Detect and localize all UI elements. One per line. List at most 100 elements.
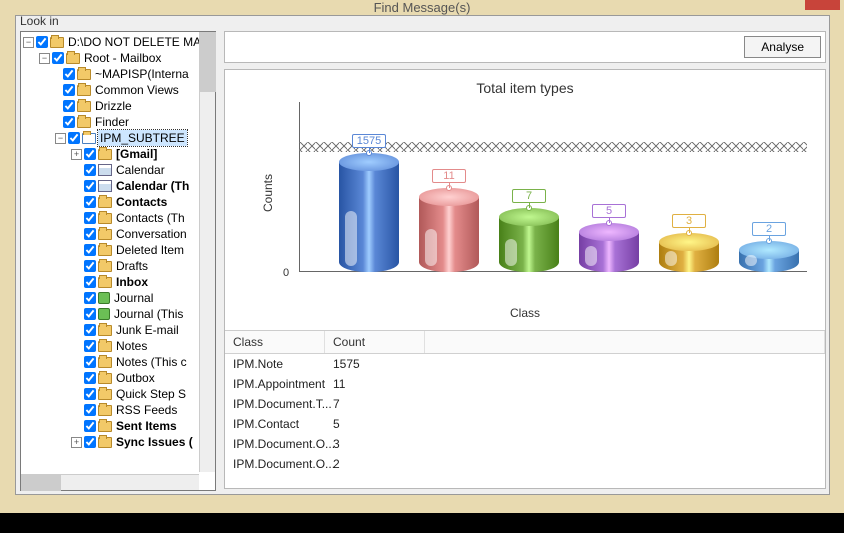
folder-icon — [98, 213, 112, 224]
scrollbar-thumb[interactable] — [200, 32, 216, 92]
tree-item[interactable]: RSS Feeds — [23, 402, 213, 418]
table-row[interactable]: IPM.Document.O...3 — [225, 434, 825, 454]
tree-checkbox[interactable] — [63, 116, 75, 128]
expand-spacer — [71, 245, 82, 256]
expand-icon[interactable]: + — [71, 149, 82, 160]
folder-icon — [77, 117, 91, 128]
tree-checkbox[interactable] — [63, 68, 75, 80]
tree-mailbox-label: Root - Mailbox — [82, 50, 163, 66]
table-row[interactable]: IPM.Contact5 — [225, 414, 825, 434]
tree-item[interactable]: Junk E-mail — [23, 322, 213, 338]
tree-item[interactable]: + [Gmail] — [23, 146, 213, 162]
folder-icon — [98, 197, 112, 208]
tree-checkbox[interactable] — [84, 308, 96, 320]
tree-checkbox[interactable] — [84, 388, 96, 400]
expand-icon[interactable]: + — [71, 437, 82, 448]
tree-item[interactable]: ~MAPISP(Interna — [23, 66, 213, 82]
cell-count: 7 — [325, 394, 425, 414]
tree-checkbox[interactable] — [84, 420, 96, 432]
tree-checkbox[interactable] — [84, 228, 96, 240]
cell-count: 3 — [325, 434, 425, 454]
table-row[interactable]: IPM.Note1575 — [225, 354, 825, 374]
tree-checkbox[interactable] — [63, 84, 75, 96]
tree-item[interactable]: Journal — [23, 290, 213, 306]
tree-checkbox[interactable] — [84, 164, 96, 176]
results-panel: Total item types Counts 0 1575117532 Cla… — [224, 69, 826, 489]
tree-item[interactable]: Common Views — [23, 82, 213, 98]
tree-checkbox[interactable] — [84, 356, 96, 368]
tree-item[interactable]: Outbox — [23, 370, 213, 386]
analyse-button[interactable]: Analyse — [744, 36, 821, 58]
tree-checkbox[interactable] — [84, 436, 96, 448]
tree-item[interactable]: +Sync Issues ( — [23, 434, 213, 450]
tree-checkbox[interactable] — [84, 292, 96, 304]
chart-value-label: 2 — [752, 222, 786, 236]
expand-spacer — [71, 165, 82, 176]
table-header-count[interactable]: Count — [325, 331, 425, 353]
tree-checkbox[interactable] — [84, 340, 96, 352]
tree-item[interactable]: Deleted Item — [23, 242, 213, 258]
expand-spacer — [71, 277, 82, 288]
cell-count: 5 — [325, 414, 425, 434]
tree-item[interactable]: Contacts (Th — [23, 210, 213, 226]
close-button[interactable] — [805, 0, 840, 10]
folder-icon — [98, 389, 112, 400]
table-row[interactable]: IPM.Document.T...7 — [225, 394, 825, 414]
collapse-icon[interactable]: − — [55, 133, 66, 144]
tree-checkbox[interactable] — [84, 260, 96, 272]
scrollbar-thumb[interactable] — [21, 475, 61, 491]
tree-item[interactable]: Finder — [23, 114, 213, 130]
tree-checkbox[interactable] — [84, 148, 96, 160]
tree-checkbox[interactable] — [63, 100, 75, 112]
tree-body[interactable]: − D:\DO NOT DELETE MAI − Root - Mailbox … — [21, 32, 215, 472]
tree-checkbox[interactable] — [52, 52, 64, 64]
tree-item[interactable]: Notes (This c — [23, 354, 213, 370]
cell-class: IPM.Note — [225, 354, 325, 374]
chart-value-label: 3 — [672, 214, 706, 228]
tree-checkbox[interactable] — [84, 196, 96, 208]
table-header-class[interactable]: Class — [225, 331, 325, 353]
title-bar: Find Message(s) — [0, 0, 844, 14]
tree-ipm-subtree[interactable]: − IPM_SUBTREE — [23, 130, 213, 146]
tree-checkbox[interactable] — [68, 132, 80, 144]
tree-checkbox[interactable] — [84, 276, 96, 288]
folder-icon — [77, 101, 91, 112]
table-row[interactable]: IPM.Appointment11 — [225, 374, 825, 394]
tree-item-label: Journal — [112, 290, 155, 306]
right-panel: Analyse Total item types Counts 0 157511… — [224, 31, 826, 491]
tree-scrollbar-v[interactable] — [199, 32, 215, 472]
tree-item[interactable]: Sent Items — [23, 418, 213, 434]
chart-value-label: 11 — [432, 169, 466, 183]
tree-item-label: Notes (This c — [114, 354, 189, 370]
table-row[interactable]: IPM.Document.O...2 — [225, 454, 825, 474]
folder-icon — [98, 341, 112, 352]
collapse-icon[interactable]: − — [23, 37, 34, 48]
tree-root[interactable]: − D:\DO NOT DELETE MAI — [23, 34, 213, 50]
tree-item-label: [Gmail] — [114, 146, 159, 162]
cell-count: 1575 — [325, 354, 425, 374]
cell-class: IPM.Appointment — [225, 374, 325, 394]
tree-item[interactable]: Quick Step S — [23, 386, 213, 402]
tree-item[interactable]: Journal (This — [23, 306, 213, 322]
tree-item[interactable]: Drafts — [23, 258, 213, 274]
tree-checkbox[interactable] — [84, 180, 96, 192]
tree-item[interactable]: Contacts — [23, 194, 213, 210]
tree-checkbox[interactable] — [84, 324, 96, 336]
chart-value-label: 1575 — [352, 134, 386, 148]
folder-icon — [98, 245, 112, 256]
tree-checkbox[interactable] — [84, 212, 96, 224]
collapse-icon[interactable]: − — [39, 53, 50, 64]
tree-scrollbar-h[interactable] — [21, 474, 199, 490]
tree-item[interactable]: Calendar (Th — [23, 178, 213, 194]
tree-item[interactable]: Drizzle — [23, 98, 213, 114]
tree-checkbox[interactable] — [36, 36, 48, 48]
tree-checkbox[interactable] — [84, 244, 96, 256]
tree-checkbox[interactable] — [84, 404, 96, 416]
tree-mailbox[interactable]: − Root - Mailbox — [23, 50, 213, 66]
tree-item[interactable]: Inbox — [23, 274, 213, 290]
tree-item[interactable]: Calendar — [23, 162, 213, 178]
tree-checkbox[interactable] — [84, 372, 96, 384]
tree-item[interactable]: Notes — [23, 338, 213, 354]
tree-item[interactable]: Conversation — [23, 226, 213, 242]
folder-icon — [77, 69, 91, 80]
